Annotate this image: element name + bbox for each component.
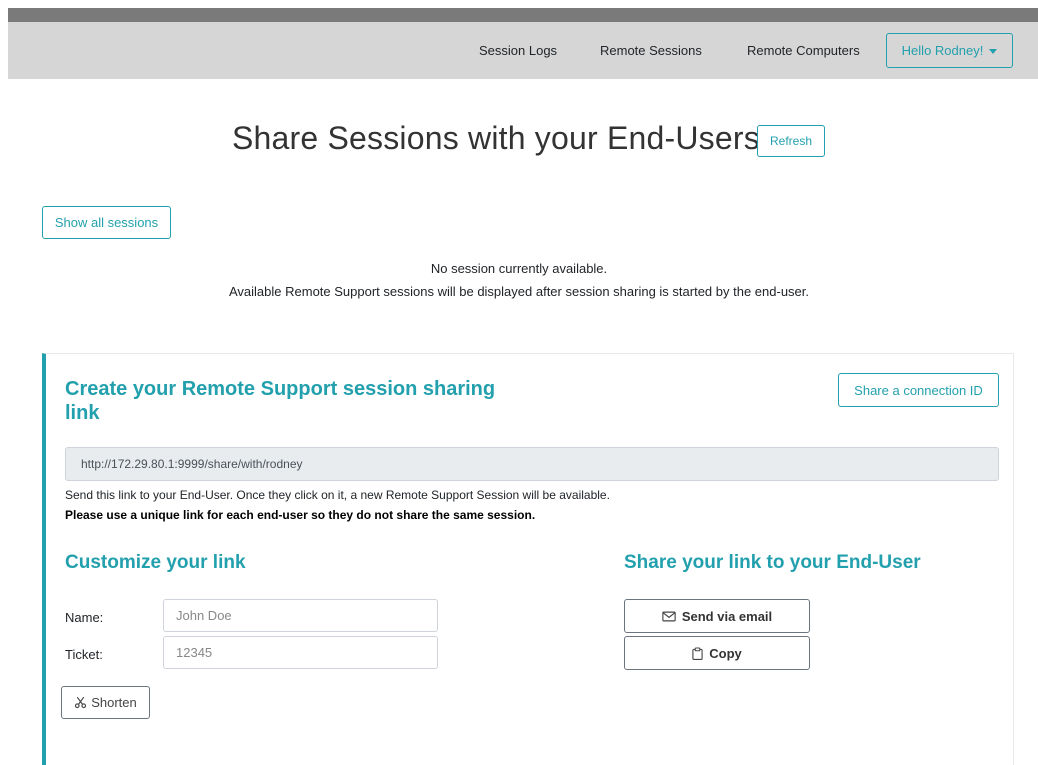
sharing-link-field[interactable]: http://172.29.80.1:9999/share/with/rodne… (65, 447, 999, 481)
sharing-link-card: Create your Remote Support session shari… (42, 353, 1014, 765)
send-via-email-label: Send via email (681, 608, 773, 624)
name-label: Name: (65, 610, 104, 625)
user-menu-button[interactable]: Hello Rodney! (886, 33, 1013, 68)
shorten-button[interactable]: Shorten (61, 686, 150, 719)
customize-title: Customize your link (65, 552, 246, 573)
name-input[interactable] (163, 599, 438, 632)
top-strip (8, 8, 1038, 22)
shorten-label: Shorten (91, 695, 137, 710)
envelope-icon (662, 611, 676, 622)
share-title: Share your link to your End-User (624, 552, 921, 573)
nav-session-logs[interactable]: Session Logs (479, 43, 557, 58)
show-all-sessions-button[interactable]: Show all sessions (42, 206, 171, 239)
share-connection-id-button[interactable]: Share a connection ID (838, 373, 999, 407)
link-help-text: Send this link to your End-User. Once th… (65, 488, 610, 502)
page-title: Share Sessions with your End-Users (232, 120, 760, 156)
ticket-input[interactable] (163, 636, 438, 669)
link-warning-text: Please use a unique link for each end-us… (65, 508, 536, 522)
ticket-label: Ticket: (65, 647, 103, 662)
copy-label: Copy (709, 645, 742, 661)
nav-remote-computers[interactable]: Remote Computers (747, 43, 860, 58)
card-title: Create your Remote Support session shari… (65, 378, 496, 424)
copy-button[interactable]: Copy (624, 636, 810, 670)
clipboard-icon (692, 646, 703, 660)
refresh-button[interactable]: Refresh (757, 125, 825, 157)
nav-remote-sessions[interactable]: Remote Sessions (600, 43, 702, 58)
top-navbar: Session Logs Remote Sessions Remote Comp… (8, 22, 1038, 79)
user-menu-label: Hello Rodney! (901, 43, 984, 58)
no-session-hint: Available Remote Support sessions will b… (228, 284, 810, 299)
scissors-icon (74, 696, 87, 709)
caret-down-icon (989, 48, 998, 54)
no-session-message: No session currently available. (430, 261, 608, 276)
send-via-email-button[interactable]: Send via email (624, 599, 810, 633)
